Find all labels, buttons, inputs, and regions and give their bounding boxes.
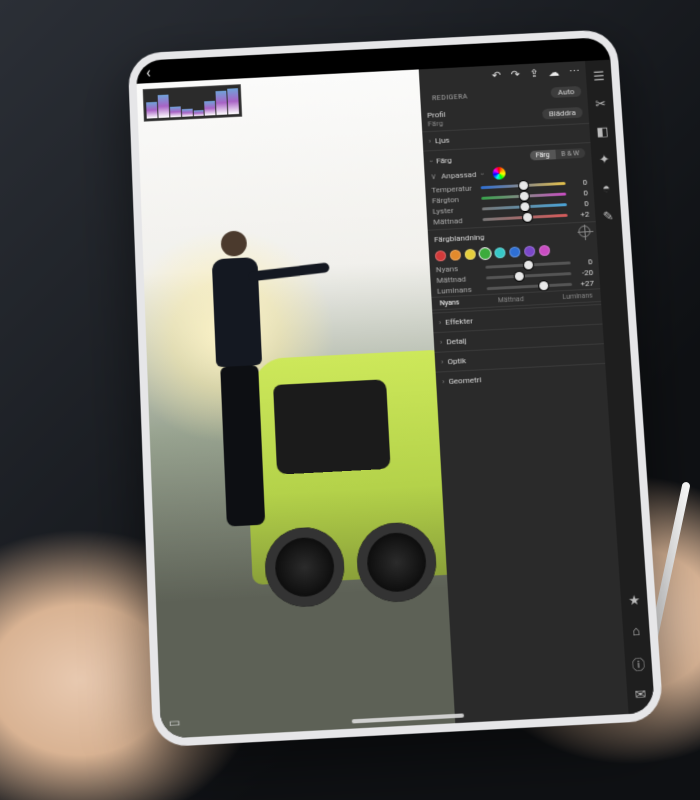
browse-profiles-button[interactable]: Bläddra (542, 106, 583, 119)
geometry-panel-label: Geometri (448, 375, 481, 386)
color-panel-label: Färg (436, 155, 452, 164)
presets-icon[interactable]: ◧ (596, 125, 609, 140)
app-screen: ‹ ▭ (136, 37, 655, 739)
keyword-tag-icon[interactable]: ⌂ (632, 623, 641, 640)
undo-icon[interactable]: ↶ (492, 69, 502, 82)
effects-panel-label: Effekter (445, 316, 473, 326)
color-bw-segment[interactable]: Färg B & W (530, 148, 586, 160)
profile-value: Färg (427, 119, 446, 129)
photo-preview (137, 69, 456, 738)
swatch-magenta[interactable] (539, 245, 551, 256)
rate-star-icon[interactable]: ★ (628, 593, 641, 609)
light-panel-label: Ljus (435, 136, 450, 145)
car-wheel (263, 525, 346, 608)
chevron-right-icon: › (428, 137, 431, 146)
tab-lum[interactable]: Luminans (562, 292, 593, 301)
photo-canvas[interactable]: ▭ (137, 69, 456, 738)
swatch-red[interactable] (435, 250, 447, 261)
seg-color[interactable]: Färg (530, 150, 556, 161)
detail-panel-label: Detalj (446, 336, 467, 346)
brush-icon[interactable]: ✎ (602, 210, 614, 225)
crop-icon[interactable]: ✂ (595, 97, 607, 112)
back-chevron-icon[interactable]: ‹ (146, 63, 151, 81)
photo-subject-car (243, 350, 455, 585)
chevron-down-icon: › (426, 159, 435, 162)
swatch-purple[interactable] (524, 246, 536, 257)
more-icon[interactable]: ⋯ (569, 65, 581, 78)
cloud-icon[interactable]: ☁ (548, 66, 560, 79)
geometry-panel-header[interactable]: ›Geometri (436, 366, 607, 390)
swatch-yellow[interactable] (465, 249, 477, 260)
chevron-down-icon: › (478, 173, 487, 176)
color-wheel-icon[interactable] (492, 167, 506, 180)
car-wheel (355, 521, 438, 604)
swatch-green[interactable] (479, 248, 491, 259)
masking-icon[interactable]: ◓ (602, 181, 611, 197)
info-icon[interactable]: ⓘ (631, 653, 646, 673)
seg-bw[interactable]: B & W (555, 148, 586, 159)
targeted-adjust-icon[interactable] (578, 225, 591, 237)
healing-icon[interactable]: ✦ (599, 153, 611, 168)
redo-icon[interactable]: ↷ (510, 68, 520, 81)
edit-section-title: REDIGERA (426, 90, 474, 106)
swatch-orange[interactable] (450, 249, 462, 260)
filmstrip-toggle-icon[interactable]: ▭ (168, 715, 180, 730)
auto-button[interactable]: Auto (551, 86, 582, 98)
histogram[interactable] (143, 84, 242, 121)
tab-hue[interactable]: Nyans (440, 298, 460, 307)
comments-icon[interactable]: ✉ (635, 687, 647, 703)
swatch-blue[interactable] (509, 246, 521, 257)
share-icon[interactable]: ⇪ (529, 67, 539, 80)
swatch-aqua[interactable] (494, 247, 506, 258)
optics-panel-label: Optik (447, 356, 466, 366)
color-mix-title: Färgblandning (434, 232, 485, 243)
white-balance-mode[interactable]: Anpassad (441, 170, 477, 180)
ipad-device-frame: ‹ ▭ (128, 29, 664, 748)
photo-subject-person (205, 230, 276, 530)
tab-sat[interactable]: Mättnad (498, 295, 524, 304)
adjust-sliders-icon[interactable]: ☰ (593, 70, 605, 85)
